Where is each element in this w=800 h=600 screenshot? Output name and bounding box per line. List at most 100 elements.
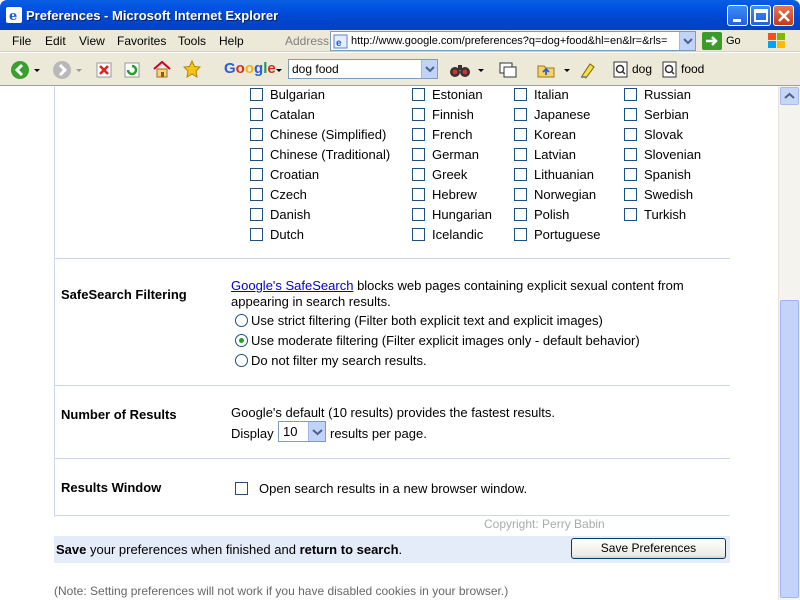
- menu-edit[interactable]: Edit: [45, 34, 66, 48]
- back-dropdown-icon[interactable]: [32, 60, 42, 80]
- favorites-star-icon[interactable]: [182, 59, 202, 79]
- checkbox-chinese-simplified[interactable]: [250, 128, 263, 141]
- go-button[interactable]: Go: [726, 35, 741, 47]
- binoculars-search-icon[interactable]: [449, 60, 471, 80]
- radio-no-filtering[interactable]: [235, 354, 248, 367]
- checkbox-bulgarian[interactable]: [250, 88, 263, 101]
- checkbox-turkish[interactable]: [624, 208, 637, 221]
- menu-file[interactable]: File: [12, 34, 31, 48]
- checkbox-german[interactable]: [412, 148, 425, 161]
- checkbox-spanish[interactable]: [624, 168, 637, 181]
- minimize-button[interactable]: [727, 5, 748, 26]
- results-per-page-value: 10: [283, 424, 298, 439]
- results-per-page-select[interactable]: 10: [278, 421, 326, 442]
- cookies-note: (Note: Setting preferences will not work…: [54, 584, 509, 598]
- lang-label: Icelandic: [432, 227, 484, 242]
- safesearch-description: Google's SafeSearch blocks web pages con…: [231, 278, 684, 293]
- checkbox-korean[interactable]: [514, 128, 527, 141]
- back-icon[interactable]: [10, 60, 30, 80]
- google-toolbar-logo[interactable]: Google: [224, 60, 276, 77]
- menu-favorites[interactable]: Favorites: [117, 34, 166, 48]
- checkbox-italian[interactable]: [514, 88, 527, 101]
- checkbox-slovenian[interactable]: [624, 148, 637, 161]
- checkbox-new-window[interactable]: [235, 482, 248, 495]
- address-url[interactable]: http://www.google.com/preferences?q=dog+…: [351, 35, 677, 47]
- checkbox-czech[interactable]: [250, 188, 263, 201]
- checkbox-icelandic[interactable]: [412, 228, 425, 241]
- checkbox-catalan[interactable]: [250, 108, 263, 121]
- page-info-icon[interactable]: [498, 60, 518, 80]
- lang-label: Bulgarian: [270, 87, 325, 102]
- lang-label: Hebrew: [432, 187, 477, 202]
- home-icon[interactable]: [152, 59, 172, 79]
- radio-moderate-filtering[interactable]: [235, 334, 248, 347]
- checkbox-lithuanian[interactable]: [514, 168, 527, 181]
- checkbox-russian[interactable]: [624, 88, 637, 101]
- checkbox-polish[interactable]: [514, 208, 527, 221]
- results-description: Google's default (10 results) provides t…: [231, 405, 556, 420]
- checkbox-croatian[interactable]: [250, 168, 263, 181]
- address-label: Address: [285, 34, 330, 48]
- scroll-thumb[interactable]: [780, 300, 799, 598]
- save-preferences-button[interactable]: Save Preferences: [571, 538, 726, 559]
- checkbox-serbian[interactable]: [624, 108, 637, 121]
- checkbox-chinese-traditional[interactable]: [250, 148, 263, 161]
- ie-icon: e: [6, 7, 22, 23]
- lang-label: Russian: [644, 87, 691, 102]
- checkbox-swedish[interactable]: [624, 188, 637, 201]
- lang-label: Estonian: [432, 87, 483, 102]
- checkbox-portuguese[interactable]: [514, 228, 527, 241]
- search-options-dropdown-icon[interactable]: [476, 60, 486, 80]
- radio-strict-filtering[interactable]: [235, 314, 248, 327]
- word-find-food[interactable]: food: [681, 62, 704, 76]
- checkbox-dutch[interactable]: [250, 228, 263, 241]
- safesearch-link[interactable]: Google's SafeSearch: [231, 278, 353, 293]
- copyright-text: Copyright: Perry Babin: [484, 517, 605, 531]
- menu-tools[interactable]: Tools: [178, 34, 206, 48]
- results-per-page-label: results per page.: [330, 426, 427, 441]
- google-search-input[interactable]: dog food: [288, 59, 438, 79]
- vertical-scrollbar[interactable]: [778, 86, 800, 600]
- word-find-icon[interactable]: [613, 61, 629, 79]
- word-find-dog[interactable]: dog: [632, 62, 652, 76]
- google-menu-dropdown-icon[interactable]: [274, 60, 284, 80]
- safesearch-description-2: appearing in search results.: [231, 294, 391, 309]
- menu-help[interactable]: Help: [219, 34, 244, 48]
- address-field[interactable]: e http://www.google.com/preferences?q=do…: [330, 31, 696, 51]
- results-dropdown-button[interactable]: [308, 422, 325, 441]
- forward-icon[interactable]: [52, 60, 72, 80]
- close-button[interactable]: [773, 5, 794, 26]
- search-history-dropdown[interactable]: [421, 60, 437, 78]
- chevron-up-icon: [784, 92, 795, 99]
- address-dropdown-button[interactable]: [679, 32, 695, 50]
- checkbox-estonian[interactable]: [412, 88, 425, 101]
- lang-label: German: [432, 147, 479, 162]
- checkbox-norwegian[interactable]: [514, 188, 527, 201]
- refresh-icon[interactable]: [122, 60, 142, 80]
- highlighter-icon[interactable]: [578, 60, 598, 80]
- lang-label: Chinese (Simplified): [270, 127, 387, 142]
- lang-label: Dutch: [270, 227, 304, 242]
- scroll-up-button[interactable]: [780, 87, 799, 105]
- checkbox-french[interactable]: [412, 128, 425, 141]
- go-arrow-icon[interactable]: [702, 32, 722, 50]
- checkbox-finnish[interactable]: [412, 108, 425, 121]
- maximize-button[interactable]: [750, 5, 771, 26]
- checkbox-hebrew[interactable]: [412, 188, 425, 201]
- checkbox-danish[interactable]: [250, 208, 263, 221]
- divider: [55, 458, 730, 459]
- word-find-icon[interactable]: [662, 61, 678, 79]
- checkbox-hungarian[interactable]: [412, 208, 425, 221]
- checkbox-greek[interactable]: [412, 168, 425, 181]
- chevron-down-icon: [425, 66, 435, 73]
- lang-label: Chinese (Traditional): [270, 147, 391, 162]
- checkbox-japanese[interactable]: [514, 108, 527, 121]
- folder-dropdown-icon[interactable]: [562, 60, 572, 80]
- forward-dropdown-icon[interactable]: [74, 60, 84, 80]
- up-folder-icon[interactable]: [536, 60, 556, 80]
- checkbox-latvian[interactable]: [514, 148, 527, 161]
- google-search-value[interactable]: dog food: [292, 62, 339, 76]
- stop-icon[interactable]: [94, 60, 114, 80]
- menu-view[interactable]: View: [79, 34, 105, 48]
- checkbox-slovak[interactable]: [624, 128, 637, 141]
